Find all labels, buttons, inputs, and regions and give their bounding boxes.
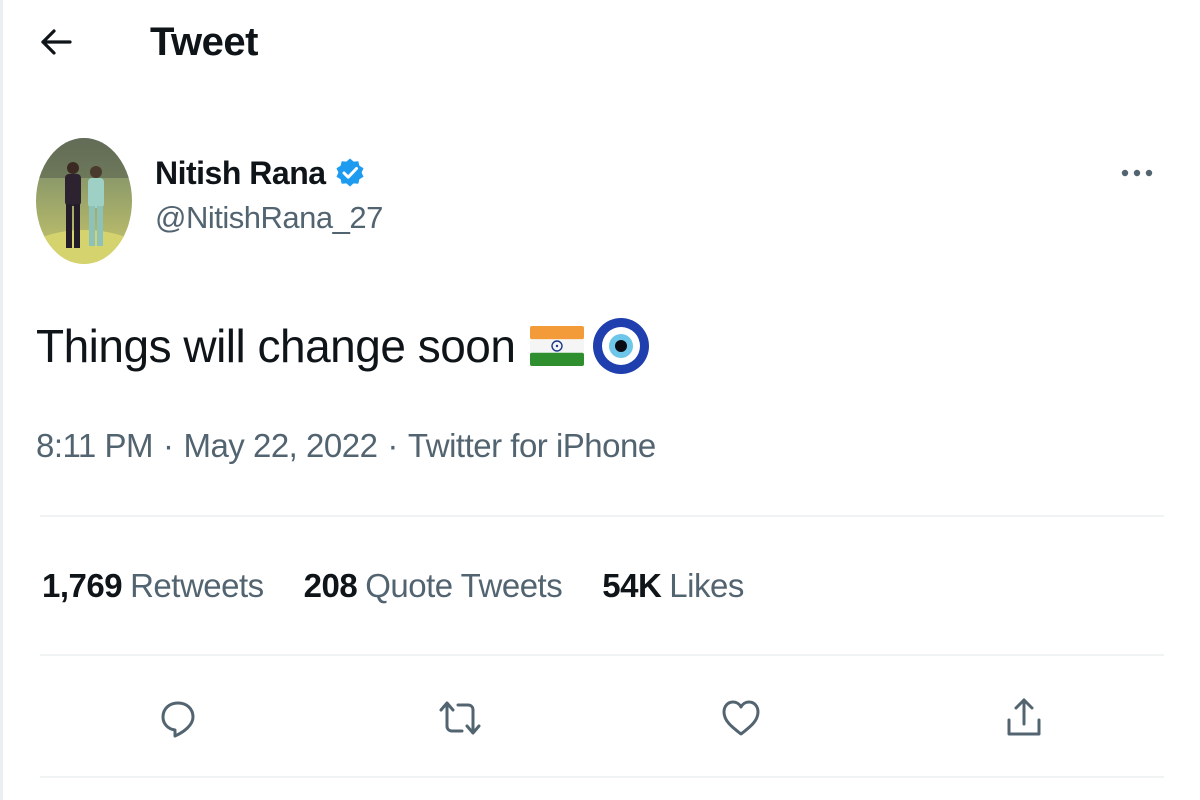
divider: [40, 776, 1164, 778]
header-bar: Tweet: [0, 0, 1200, 84]
tweet-time[interactable]: 8:11 PM: [36, 427, 153, 465]
retweets-label: Retweets: [130, 567, 264, 604]
quote-tweets-stat[interactable]: 208 Quote Tweets: [304, 567, 563, 605]
like-button[interactable]: [713, 690, 769, 746]
reply-button[interactable]: [150, 690, 206, 746]
meta-separator: ·: [162, 427, 174, 464]
author-handle[interactable]: @NitishRana_27: [155, 200, 383, 236]
back-button[interactable]: [26, 14, 86, 70]
page-title: Tweet: [150, 20, 258, 64]
likes-stat[interactable]: 54K Likes: [602, 567, 744, 605]
retweets-stat[interactable]: 1,769 Retweets: [42, 567, 264, 605]
likes-count: 54K: [602, 567, 662, 604]
tweet-text: Things will change soon: [36, 308, 651, 384]
tweet-source[interactable]: Twitter for iPhone: [408, 427, 656, 465]
likes-label: Likes: [669, 567, 744, 604]
india-flag-emoji-icon: [529, 322, 585, 370]
nazar-amulet-emoji-icon: [591, 316, 651, 376]
divider: [40, 654, 1164, 656]
author-display-name[interactable]: Nitish Rana: [155, 155, 326, 192]
tweet-page: Tweet Nitish Rana @NitishRana_27 Things …: [0, 0, 1200, 800]
heart-icon: [720, 698, 762, 738]
share-icon: [1004, 696, 1044, 740]
arrow-left-icon: [39, 28, 73, 56]
tweet-meta: 8:11 PM · May 22, 2022 · Twitter for iPh…: [36, 420, 656, 472]
verified-badge-icon: [334, 157, 366, 189]
quote-tweets-count: 208: [303, 567, 358, 604]
retweet-button[interactable]: [432, 690, 488, 746]
reply-icon: [158, 698, 198, 738]
retweets-count: 1,769: [42, 567, 123, 604]
more-options-button[interactable]: [1112, 150, 1162, 196]
avatar[interactable]: [36, 138, 132, 264]
retweet-icon: [437, 698, 483, 738]
meta-separator: ·: [387, 427, 398, 464]
engagement-stats: 1,769 Retweets 208 Quote Tweets 54K Like…: [42, 560, 784, 612]
tweet-text-content: Things will change soon: [36, 320, 516, 372]
tweet-date[interactable]: May 22, 2022: [183, 427, 377, 465]
share-button[interactable]: [996, 690, 1052, 746]
page-edge: [0, 0, 3, 800]
divider: [40, 515, 1164, 517]
more-horizontal-icon: [1120, 168, 1154, 178]
author-name-row: Nitish Rana: [155, 150, 366, 196]
quote-tweets-label: Quote Tweets: [365, 567, 563, 604]
